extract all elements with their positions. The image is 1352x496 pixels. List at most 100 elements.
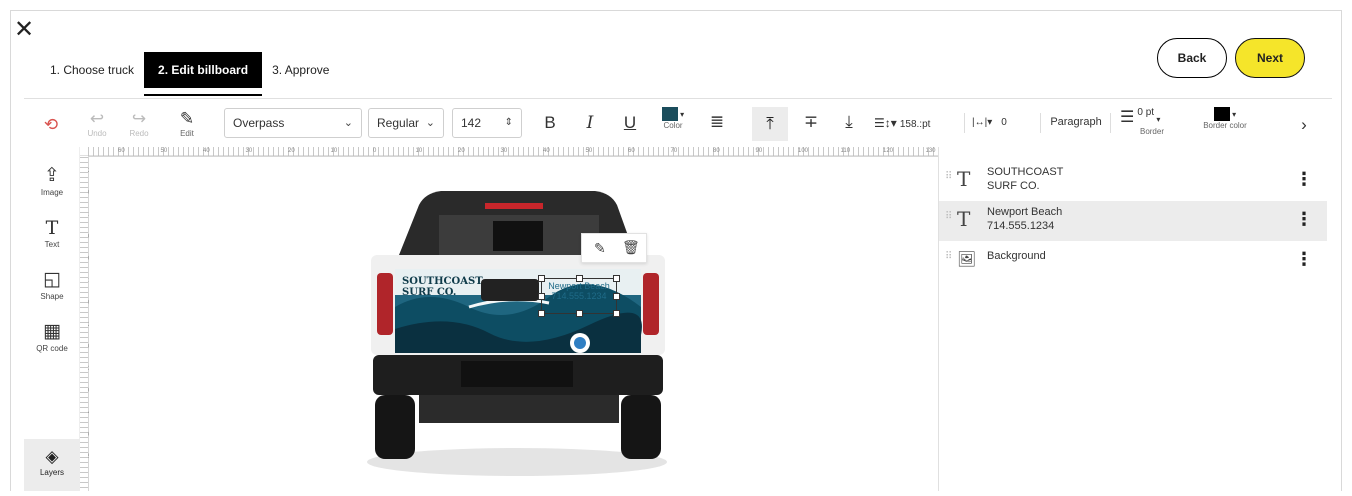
undo-button[interactable]: ↩ Undo <box>82 109 112 139</box>
pencil-icon[interactable]: ✎ <box>594 240 606 257</box>
stepper-arrows-icon[interactable]: ⇕ <box>505 109 513 137</box>
resize-handle[interactable] <box>576 275 583 282</box>
drag-handle-icon[interactable]: ⠿ <box>945 171 952 182</box>
sidebar-item-label: Image <box>40 188 64 197</box>
resize-handle[interactable] <box>613 293 620 300</box>
billboard-brand-text[interactable]: SOUTHCOAST SURF CO. <box>402 276 483 298</box>
stepper: 1. Choose truck 2. Edit billboard 3. App… <box>40 48 339 96</box>
letter-spacing-control[interactable]: |↔|▾ 0 <box>972 116 1022 128</box>
layer-row[interactable]: ⠿ 🖼 Background ⋮ <box>939 241 1327 281</box>
redo-icon: ↪ <box>131 109 147 128</box>
more-options-icon[interactable]: ⋮ <box>1295 169 1313 190</box>
border-color-picker[interactable]: ▾ Border color <box>1190 107 1260 131</box>
resize-handle[interactable] <box>613 275 620 282</box>
align-top-icon: ⤒ <box>766 114 774 133</box>
resize-handle[interactable] <box>576 310 583 317</box>
color-swatch <box>661 107 678 121</box>
brand-line-2: SURF CO. <box>402 287 457 298</box>
step-choose-truck[interactable]: 1. Choose truck <box>40 52 144 88</box>
design-canvas[interactable]: SOUTHCOAST SURF CO. Newport Beach 714.55… <box>89 157 938 491</box>
sidebar-item-label: QR code <box>36 344 68 353</box>
align-right-icon: ≣ <box>709 112 725 131</box>
sidebar-item-image[interactable]: ⇪ Image <box>24 165 80 198</box>
layer-row[interactable]: ⠿ T Newport Beach 714.555.1234 ⋮ <box>939 201 1327 241</box>
border-width-value: 0 pt <box>1137 107 1155 118</box>
redo-button[interactable]: ↪ Redo <box>124 109 154 139</box>
layer-name-line-2: 714.555.1234 <box>987 220 1055 232</box>
sidebar-item-layers[interactable]: ◈ Layers <box>24 439 80 491</box>
line-height-value: 158.:pt <box>899 119 931 130</box>
trash-icon[interactable]: 🗑 <box>622 239 640 256</box>
align-top-button[interactable]: ⤒ <box>752 107 788 141</box>
back-button[interactable]: Back <box>1157 38 1227 78</box>
layer-name: Background <box>987 250 1046 262</box>
color-label: Color <box>663 121 683 130</box>
ruler-tick-label: 30 <box>500 148 508 154</box>
divider <box>964 113 965 133</box>
sidebar-item-label: Text <box>44 240 60 249</box>
align-right-button[interactable]: ≣ <box>706 112 728 132</box>
qr-code-icon: ▦ <box>43 321 61 342</box>
underline-button[interactable]: U <box>620 113 640 133</box>
ruler-top <box>88 147 938 157</box>
drag-handle-icon[interactable]: ⠿ <box>945 251 952 262</box>
undo-icon: ↩ <box>89 109 105 128</box>
next-button[interactable]: Next <box>1235 38 1305 78</box>
step-edit-billboard[interactable]: 2. Edit billboard <box>144 52 263 96</box>
close-icon[interactable]: ✕ <box>14 18 34 42</box>
layer-name: SOUTHCOAST <box>987 166 1064 178</box>
history-icon: ⟲ <box>43 115 59 134</box>
text-icon: T <box>957 167 971 191</box>
layer-row[interactable]: ⠿ T SOUTHCOAST SURF CO. ⋮ <box>939 161 1327 201</box>
undo-label: Undo <box>87 129 107 138</box>
resize-handle[interactable] <box>538 310 545 317</box>
text-icon: T <box>957 207 971 231</box>
sidebar-item-label: Layers <box>39 468 64 477</box>
caret-icon: ▾ <box>1229 109 1237 119</box>
sidebar-item-text[interactable]: T Text <box>24 217 80 250</box>
sidebar-item-shape[interactable]: ◱ Shape <box>24 269 80 302</box>
font-family-select[interactable]: Overpass ⌄ <box>224 108 362 138</box>
font-family-value: Overpass <box>233 116 285 130</box>
selected-text-box[interactable]: Newport Beach 714.555.1234 <box>538 275 620 317</box>
chevron-down-icon: ⌄ <box>425 117 435 129</box>
ruler-tick-label: 20 <box>458 148 465 154</box>
line-height-icon: ☰↕▾ <box>874 116 897 130</box>
align-middle-button[interactable]: ∓ <box>800 112 822 132</box>
font-weight-select[interactable]: Regular ⌄ <box>368 108 444 138</box>
ruler-tick-label: 130 <box>925 148 936 154</box>
ruler-tick-label: 0 <box>373 148 377 154</box>
resize-handle[interactable] <box>538 293 545 300</box>
border-width-control[interactable]: ☰ 0 pt ▾ Border <box>1120 107 1184 137</box>
italic-button[interactable]: I <box>580 113 600 133</box>
toolbar-next-button[interactable]: › <box>1296 115 1312 135</box>
more-options-icon[interactable]: ⋮ <box>1295 209 1313 230</box>
resize-handle[interactable] <box>613 310 620 317</box>
align-bottom-button[interactable]: ⤓ <box>838 112 860 132</box>
ruler-tick-label: 20 <box>288 148 295 154</box>
history-button[interactable]: ⟲ <box>40 115 62 135</box>
ruler-tick-label: 70 <box>670 148 678 154</box>
layers-icon: ◈ <box>45 447 59 466</box>
element-popover: ✎ 🗑 <box>581 233 647 263</box>
layers-panel: ⠿ T SOUTHCOAST SURF CO. ⋮ ⠿ T Newport Be… <box>938 147 1332 491</box>
color-picker[interactable]: ▾ Color <box>656 107 690 131</box>
billboard-phone: 714.555.1234 <box>551 291 607 301</box>
drag-handle-icon[interactable]: ⠿ <box>945 211 952 222</box>
line-height-control[interactable]: ☰↕▾ 158.:pt <box>874 116 962 130</box>
step-approve[interactable]: 3. Approve <box>262 52 339 88</box>
edit-button[interactable]: ✎ Edit <box>172 109 202 139</box>
ruler-tick-label: 60 <box>628 148 635 154</box>
chevron-down-icon: ⌄ <box>343 117 353 129</box>
ruler-tick-label: 90 <box>755 148 763 154</box>
bold-button[interactable]: B <box>540 113 560 133</box>
resize-handle[interactable] <box>538 275 545 282</box>
ruler-tick-label: 100 <box>798 148 809 154</box>
more-options-icon[interactable]: ⋮ <box>1295 249 1313 270</box>
upload-icon: ⇪ <box>44 165 60 186</box>
letter-spacing-value: 0 <box>1001 117 1007 128</box>
align-bottom-icon: ⤓ <box>845 112 853 131</box>
font-size-stepper[interactable]: 142 ⇕ <box>452 108 522 138</box>
sidebar-item-qr-code[interactable]: ▦ QR code <box>24 321 80 354</box>
paragraph-button[interactable]: Paragraph <box>1048 116 1104 128</box>
